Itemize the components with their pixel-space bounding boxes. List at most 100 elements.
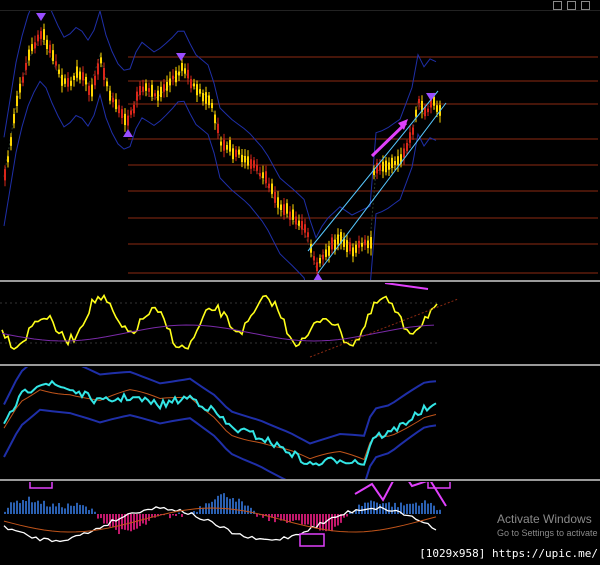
price-chart-pane[interactable] — [0, 11, 600, 280]
histogram-bar — [331, 514, 333, 532]
candle-body — [61, 74, 63, 86]
bands-oscillator-pane[interactable] — [0, 367, 600, 479]
histogram-bar — [277, 514, 279, 518]
minimize-icon[interactable] — [553, 1, 562, 10]
histogram-bar — [199, 506, 201, 514]
candle-body — [238, 149, 240, 155]
histogram-bar — [436, 510, 438, 514]
candle-body — [79, 71, 81, 80]
candle-body — [433, 96, 435, 106]
histogram-bar — [43, 500, 45, 514]
rsi-trend-line — [309, 298, 459, 358]
candle-body — [286, 203, 288, 214]
candle-body — [205, 92, 207, 104]
candle-body — [85, 76, 87, 85]
trend-channel-lower — [317, 102, 447, 274]
signal-arrow-icon — [313, 273, 323, 280]
candle-body — [415, 109, 417, 117]
histogram-bar — [25, 501, 27, 514]
candle-body — [196, 84, 198, 96]
histogram-bar — [175, 514, 177, 517]
candle-body — [172, 75, 174, 80]
pane-separator[interactable] — [0, 479, 600, 481]
candle-body — [271, 183, 273, 194]
pane-separator[interactable] — [0, 364, 600, 366]
candle-body — [106, 81, 108, 87]
histogram-bar — [34, 502, 36, 514]
candle-body — [184, 68, 186, 74]
maximize-icon[interactable] — [567, 1, 576, 10]
close-icon[interactable] — [581, 1, 590, 10]
candle-body — [391, 157, 393, 168]
candle-body — [352, 247, 354, 257]
candle-body — [121, 109, 123, 119]
candle-body — [217, 123, 219, 134]
candle-body — [244, 155, 246, 163]
candle-body — [73, 75, 75, 80]
histogram-bar — [220, 494, 222, 514]
histogram-bar — [100, 514, 102, 519]
candle-body — [256, 164, 258, 171]
candle-body — [223, 139, 225, 151]
candle-body — [337, 234, 339, 245]
histogram-bar — [196, 511, 198, 514]
candle-body — [214, 114, 216, 124]
pane-separator[interactable] — [0, 280, 600, 282]
candle-body — [313, 256, 315, 261]
annotation-box — [299, 533, 325, 547]
candle-body — [7, 156, 9, 163]
candle-body — [367, 240, 369, 249]
histogram-bar — [31, 502, 33, 514]
candle-body — [76, 66, 78, 78]
price-chart[interactable] — [0, 11, 600, 280]
candle-body — [109, 90, 111, 101]
candle-body — [43, 29, 45, 40]
histogram-bar — [79, 504, 81, 514]
histogram-bar — [73, 505, 75, 514]
candle-body — [46, 39, 48, 50]
histogram-bar — [256, 514, 258, 517]
histogram-bar — [67, 503, 69, 514]
candle-body — [250, 159, 252, 169]
candle-body — [94, 75, 96, 86]
histogram-bar — [232, 498, 234, 514]
candle-body — [235, 149, 237, 157]
image-credit: [1029x958] https://upic.me/ — [419, 547, 598, 560]
histogram-bar — [70, 505, 72, 514]
histogram-bar — [217, 495, 219, 514]
candle-body — [4, 169, 6, 181]
candle-body — [211, 102, 213, 108]
rsi-signal-line — [1, 324, 435, 342]
candle-body — [277, 197, 279, 208]
candle-body — [268, 183, 270, 189]
histogram-bar — [82, 505, 84, 514]
histogram-bar — [55, 506, 57, 514]
candle-body — [289, 211, 291, 220]
candle-body — [112, 97, 114, 103]
rsi-pane[interactable] — [0, 283, 600, 364]
histogram-bar — [181, 514, 183, 517]
candle-body — [298, 220, 300, 226]
candle-body — [49, 44, 51, 54]
candle-body — [130, 110, 132, 115]
histogram-bar — [229, 498, 231, 514]
histogram-bar — [301, 514, 303, 525]
candle-body — [427, 108, 429, 113]
candle-body — [355, 244, 357, 253]
candle-body — [259, 173, 261, 177]
candle-body — [118, 105, 120, 114]
candle-body — [169, 78, 171, 86]
histogram-bar — [37, 500, 39, 514]
histogram-bar — [358, 504, 360, 514]
candle-body — [358, 240, 360, 248]
candle-body — [241, 154, 243, 163]
histogram-bar — [118, 514, 120, 535]
candle-body — [145, 83, 147, 91]
candle-body — [307, 232, 309, 238]
histogram-bar — [295, 514, 297, 521]
watermark-subtitle: Go to Settings to activate — [497, 528, 598, 538]
candle-body — [262, 172, 264, 179]
candle-body — [175, 70, 177, 83]
histogram-bar — [49, 506, 51, 514]
histogram-bar — [16, 500, 18, 514]
